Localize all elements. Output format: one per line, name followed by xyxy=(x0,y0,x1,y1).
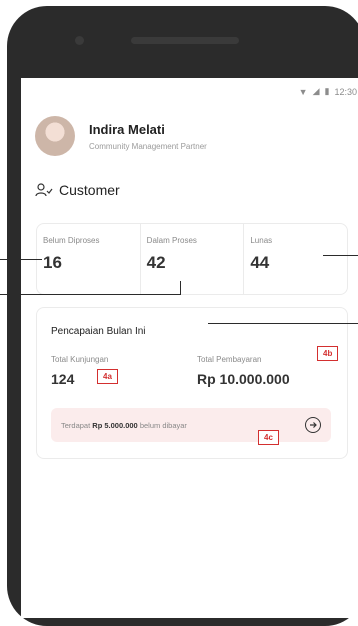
status-bar: ▼ ◢ ▮ 12:30 xyxy=(299,86,357,97)
section-title: Customer xyxy=(35,182,120,198)
stat-value: 16 xyxy=(43,253,62,272)
stat-label: Lunas xyxy=(250,236,273,245)
notice-amount: Rp 5.000.000 xyxy=(92,420,138,430)
user-check-icon xyxy=(35,183,53,197)
annotation-tag-4c: 4c xyxy=(258,430,279,445)
annotation-tag-4a: 4a xyxy=(97,369,118,384)
achievement-card: Pencapaian Bulan Ini Total Kunjungan 124… xyxy=(36,307,348,459)
profile-name: Indira Melati xyxy=(89,121,165,137)
annotation-line-right xyxy=(323,255,358,256)
annotation-line-left xyxy=(0,259,42,260)
achievement-title: Pencapaian Bulan Ini xyxy=(51,326,146,337)
app-screen: ▼ ◢ ▮ 12:30 Indira Melati Community Mana… xyxy=(21,78,358,618)
stat-label: Dalam Proses xyxy=(146,236,197,245)
visits-value: 124 xyxy=(51,371,75,387)
section-title-label: Customer xyxy=(59,182,120,198)
stat-lunas[interactable]: Lunas 44 xyxy=(244,224,347,294)
customer-stats: Belum Diproses 16 Dalam Proses 42 Lunas … xyxy=(36,223,348,295)
notice-suffix: belum dibayar xyxy=(137,420,187,430)
camera-dot xyxy=(75,36,84,45)
annotation-line-middle-h xyxy=(0,294,180,295)
wifi-icon: ▼ xyxy=(298,86,308,97)
notice-prefix: Terdapat xyxy=(61,420,93,430)
annotation-line-middle-v xyxy=(180,281,181,295)
battery-icon: ▮ xyxy=(324,86,330,96)
stat-value: 42 xyxy=(146,253,166,272)
speaker-grille xyxy=(131,37,239,44)
payment-value: Rp 10.000.000 xyxy=(197,371,290,387)
profile-role: Community Management Partner xyxy=(89,141,207,151)
payment-label: Total Pembayaran xyxy=(197,355,262,364)
stat-belum-diproses[interactable]: Belum Diproses 16 xyxy=(37,224,141,294)
status-time: 12:30 xyxy=(334,86,357,97)
stat-label: Belum Diproses xyxy=(43,236,100,245)
arrow-right-icon[interactable] xyxy=(305,417,321,433)
annotation-tag-4b: 4b xyxy=(317,346,339,361)
profile-header[interactable]: Indira Melati Community Management Partn… xyxy=(35,116,207,156)
avatar xyxy=(35,116,75,156)
unpaid-notice[interactable]: Terdapat Rp 5.000.000 belum dibayar xyxy=(51,408,331,442)
signal-icon: ◢ xyxy=(312,86,320,96)
phone-frame: ▼ ◢ ▮ 12:30 Indira Melati Community Mana… xyxy=(7,6,358,626)
stat-dalam-proses[interactable]: Dalam Proses 42 xyxy=(141,224,245,294)
visits-label: Total Kunjungan xyxy=(51,355,109,364)
annotation-line-card xyxy=(208,323,358,324)
stat-value: 44 xyxy=(250,253,270,272)
